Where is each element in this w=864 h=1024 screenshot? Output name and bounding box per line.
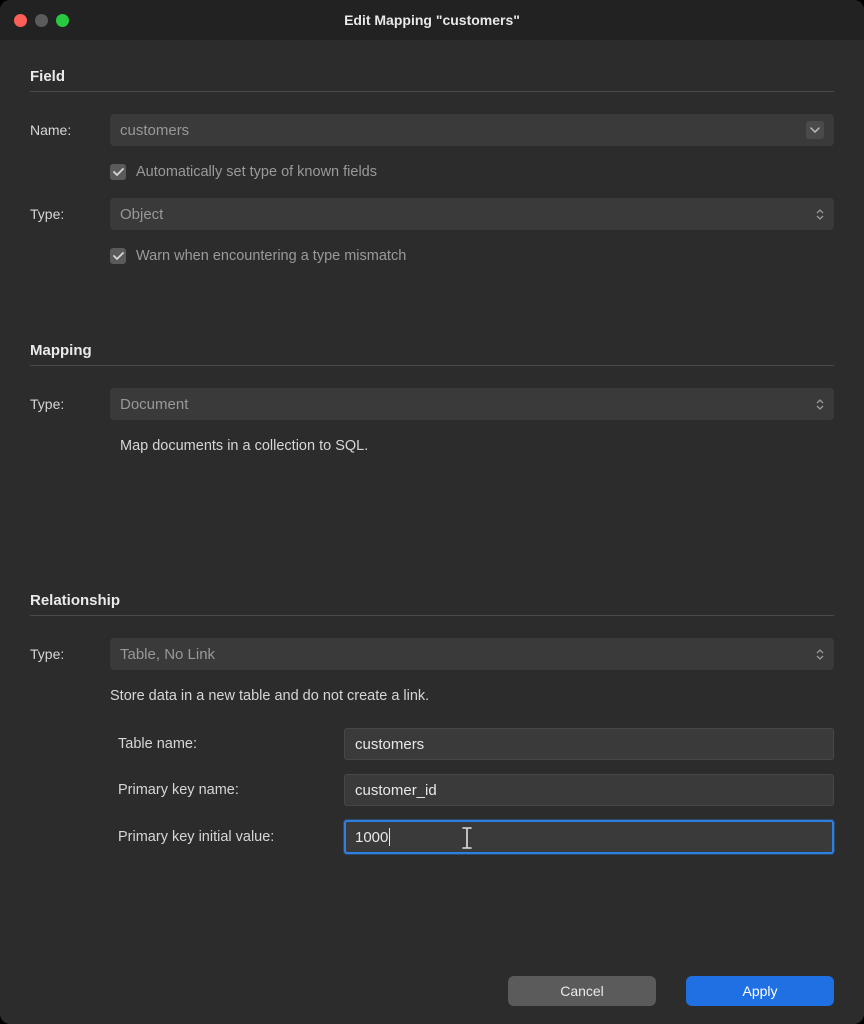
cancel-button[interactable]: Cancel: [508, 976, 656, 1006]
relationship-type-row: Type: Table, No Link: [30, 638, 834, 670]
divider: [30, 615, 834, 616]
window-zoom-button[interactable]: [56, 14, 69, 27]
updown-icon: [816, 399, 824, 410]
titlebar: Edit Mapping "customers": [0, 0, 864, 40]
traffic-lights: [0, 14, 69, 27]
primary-key-init-row: Primary key initial value: 1000: [110, 820, 834, 854]
relationship-form-row: Table name: Primary key name: Primary ke…: [30, 728, 834, 854]
field-warn-row: Warn when encountering a type mismatch: [30, 248, 834, 264]
mapping-description: Map documents in a collection to SQL.: [110, 438, 834, 454]
primary-key-init-value: 1000: [355, 829, 388, 846]
window-minimize-button[interactable]: [35, 14, 48, 27]
relationship-desc-row: Store data in a new table and do not cre…: [30, 688, 834, 704]
field-type-row: Type: Object: [30, 198, 834, 230]
field-type-dropdown[interactable]: Object: [110, 198, 834, 230]
warn-checkbox[interactable]: [110, 248, 126, 264]
table-name-row: Table name:: [110, 728, 834, 760]
mapping-section-header: Mapping: [30, 342, 834, 359]
ibeam-cursor-icon: [461, 827, 473, 853]
window-close-button[interactable]: [14, 14, 27, 27]
field-name-label: Name:: [30, 122, 110, 138]
primary-key-name-label: Primary key name:: [110, 782, 330, 798]
field-name-dropdown[interactable]: customers: [110, 114, 834, 146]
divider: [30, 91, 834, 92]
relationship-description: Store data in a new table and do not cre…: [110, 688, 834, 704]
dialog-content: Field Name: customers Autom: [0, 40, 864, 854]
relationship-type-value: Table, No Link: [120, 646, 215, 663]
mapping-type-dropdown[interactable]: Document: [110, 388, 834, 420]
dialog-window: Edit Mapping "customers" Field Name: cus…: [0, 0, 864, 1024]
field-type-value: Object: [120, 206, 163, 223]
updown-icon: [816, 209, 824, 220]
auto-type-checkbox[interactable]: [110, 164, 126, 180]
relationship-section-header: Relationship: [30, 592, 834, 609]
chevron-down-icon: [806, 121, 824, 139]
warn-label: Warn when encountering a type mismatch: [136, 248, 406, 264]
dialog-footer: Cancel Apply: [508, 976, 834, 1006]
text-caret: [389, 828, 390, 846]
primary-key-init-input[interactable]: 1000: [344, 820, 834, 854]
field-type-label: Type:: [30, 206, 110, 222]
mapping-type-label: Type:: [30, 396, 110, 412]
primary-key-name-input[interactable]: [344, 774, 834, 806]
mapping-type-value: Document: [120, 396, 188, 413]
field-name-value: customers: [120, 122, 189, 139]
table-name-input[interactable]: [344, 728, 834, 760]
mapping-type-row: Type: Document: [30, 388, 834, 420]
updown-icon: [816, 649, 824, 660]
primary-key-name-row: Primary key name:: [110, 774, 834, 806]
auto-type-label: Automatically set type of known fields: [136, 164, 377, 180]
window-title: Edit Mapping "customers": [0, 12, 864, 28]
divider: [30, 365, 834, 366]
apply-button[interactable]: Apply: [686, 976, 834, 1006]
relationship-type-label: Type:: [30, 646, 110, 662]
table-name-label: Table name:: [110, 736, 330, 752]
mapping-desc-row: Map documents in a collection to SQL.: [30, 438, 834, 454]
relationship-type-dropdown[interactable]: Table, No Link: [110, 638, 834, 670]
field-auto-type-row: Automatically set type of known fields: [30, 164, 834, 180]
field-section-header: Field: [30, 68, 834, 85]
primary-key-init-label: Primary key initial value:: [110, 829, 330, 845]
field-name-row: Name: customers: [30, 114, 834, 146]
